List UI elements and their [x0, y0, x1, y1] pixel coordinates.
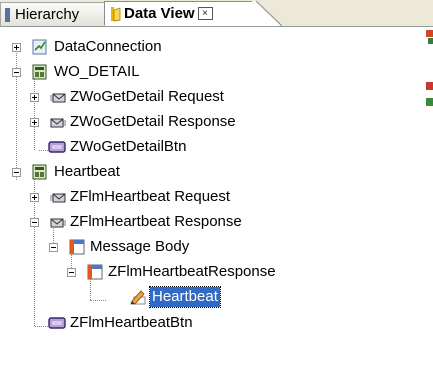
expand-icon[interactable]	[30, 193, 39, 202]
add-icon	[426, 82, 433, 90]
side-toolbar	[423, 26, 433, 363]
field-pencil-icon	[130, 290, 146, 305]
data-view-tab-icon	[111, 6, 121, 22]
insert-icon	[426, 98, 433, 106]
collapse-icon[interactable]	[12, 168, 21, 177]
tree-node-label: Heartbeat	[54, 163, 120, 180]
request-envelope-icon	[50, 93, 66, 103]
collapse-icon[interactable]	[12, 68, 21, 77]
tab-data-view[interactable]: Data View ×	[104, 1, 256, 26]
tree-node-zwogetdetail-request[interactable]: ZWoGetDetail Request	[0, 85, 423, 109]
request-envelope-icon	[50, 193, 66, 203]
tree-node-zflmheartbeatbtn[interactable]: ZFlmHeartbeatBtn	[0, 311, 423, 335]
close-tab-icon[interactable]: ×	[197, 7, 213, 20]
collapse-icon[interactable]	[67, 268, 76, 277]
expand-icon[interactable]	[30, 93, 39, 102]
data-view-tree[interactable]: DataConnection WO_DETAIL ZWoGetDetail Re…	[0, 26, 423, 363]
data-connection-icon	[32, 39, 47, 55]
tree-node-label: ZFlmHeartbeat Request	[70, 188, 231, 205]
tree-node-heartbeat-service[interactable]: Heartbeat	[0, 160, 423, 184]
tree-node-label: ZFlmHeartbeatBtn	[70, 314, 193, 331]
structure-icon	[87, 264, 103, 280]
tree-node-label: ZFlmHeartbeatResponse	[108, 263, 276, 280]
response-envelope-icon	[50, 218, 66, 228]
hierarchy-tab-icon	[5, 7, 11, 23]
tree-node-label: ZWoGetDetail Response	[70, 113, 236, 130]
tree-node-zwogetdetail-response[interactable]: ZWoGetDetail Response	[0, 110, 423, 134]
tree-node-dataconnection[interactable]: DataConnection	[0, 35, 423, 59]
tree-node-message-body[interactable]: Message Body	[0, 235, 423, 259]
refresh-icon	[426, 30, 433, 44]
view-tab-strip: Hierarchy Data View ×	[0, 0, 433, 27]
tree-node-zflmheartbeat-response[interactable]: ZFlmHeartbeat Response	[0, 210, 423, 234]
expand-icon[interactable]	[30, 118, 39, 127]
tree-node-zflmheartbeat-request[interactable]: ZFlmHeartbeat Request	[0, 185, 423, 209]
tree-node-label: ZWoGetDetailBtn	[70, 138, 187, 155]
button-icon	[48, 317, 66, 329]
tree-node-label: ZWoGetDetail Request	[70, 88, 224, 105]
tree-node-label: WO_DETAIL	[54, 63, 140, 80]
tree-node-label: DataConnection	[54, 38, 162, 55]
side-toolbar-icons	[426, 30, 433, 106]
tab-edge-decoration	[252, 1, 282, 26]
button-icon	[48, 141, 66, 153]
tab-data-view-label: Data View	[124, 5, 195, 22]
tree-node-label: ZFlmHeartbeat Response	[70, 213, 242, 230]
tab-hierarchy-label: Hierarchy	[15, 6, 80, 23]
expand-icon[interactable]	[12, 43, 21, 52]
collapse-icon[interactable]	[49, 243, 58, 252]
service-icon	[32, 164, 47, 180]
service-icon	[32, 64, 47, 80]
response-envelope-icon	[50, 118, 66, 128]
tree-node-zwogetdetailbtn[interactable]: ZWoGetDetailBtn	[0, 135, 423, 159]
tree-node-label: Message Body	[90, 238, 190, 255]
tree-node-wo-detail[interactable]: WO_DETAIL	[0, 60, 423, 84]
tree-node-heartbeat-field[interactable]: Heartbeat	[0, 285, 423, 309]
tree-node-label: Heartbeat	[149, 286, 221, 308]
collapse-icon[interactable]	[30, 218, 39, 227]
message-body-icon	[69, 239, 85, 255]
tree-node-zflmheartbeatresponse[interactable]: ZFlmHeartbeatResponse	[0, 260, 423, 284]
